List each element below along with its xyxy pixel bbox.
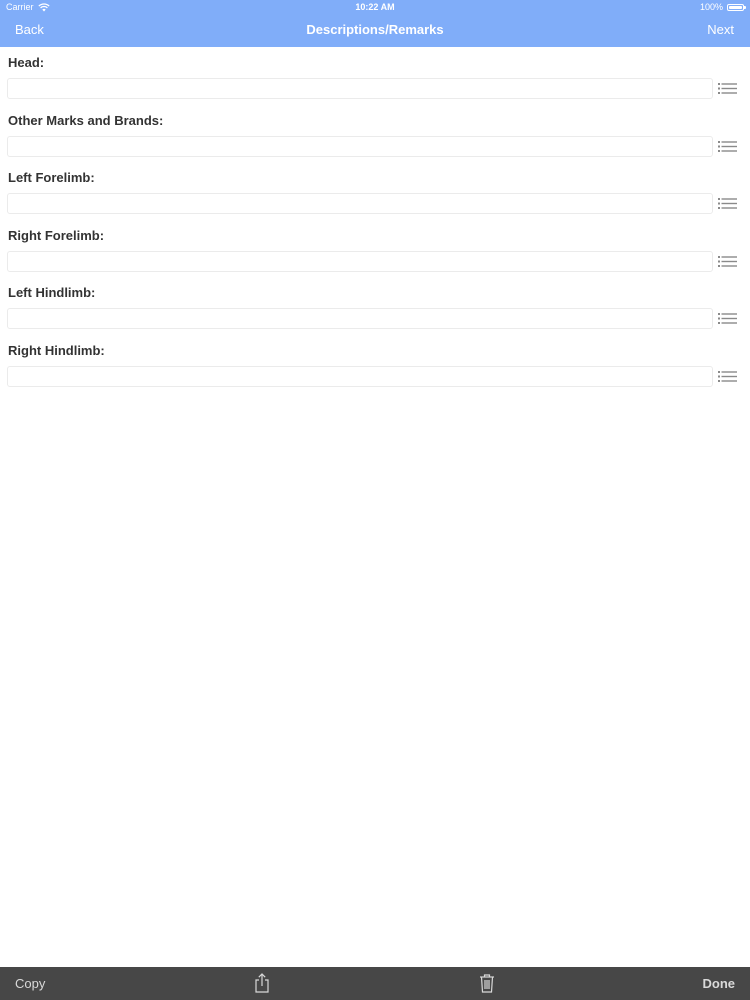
delete-button[interactable] xyxy=(477,973,497,993)
field-head: Head: xyxy=(0,47,750,105)
app-screen: Carrier 10:22 AM 100% Back Descriptions/… xyxy=(0,0,750,1000)
field-label: Left Forelimb: xyxy=(8,170,95,186)
battery-icon xyxy=(727,3,746,11)
done-button[interactable]: Done xyxy=(703,976,736,991)
left-hindlimb-input[interactable] xyxy=(7,308,713,330)
field-other-marks: Other Marks and Brands: xyxy=(0,105,750,163)
nav-bar: Back Descriptions/Remarks Next xyxy=(0,14,750,47)
list-icon xyxy=(717,370,737,382)
other-marks-input[interactable] xyxy=(7,135,713,157)
next-button[interactable]: Next xyxy=(707,22,734,37)
list-picker-button[interactable] xyxy=(716,80,738,97)
list-picker-button[interactable] xyxy=(716,138,738,155)
status-battery: 100% xyxy=(699,0,746,14)
field-label: Head: xyxy=(8,55,45,70)
bottom-toolbar: Copy Done xyxy=(0,967,750,1000)
share-button[interactable] xyxy=(252,973,272,993)
list-icon xyxy=(717,140,737,152)
list-picker-button[interactable] xyxy=(716,368,738,385)
copy-button[interactable]: Copy xyxy=(15,976,45,991)
list-icon xyxy=(717,83,737,94)
head-input[interactable] xyxy=(7,78,713,99)
field-label: Other Marks and Brands: xyxy=(8,112,164,128)
field-label: Right Hindlimb: xyxy=(8,342,105,358)
top-bar: Carrier 10:22 AM 100% Back Descriptions/… xyxy=(0,0,750,47)
list-icon xyxy=(717,313,737,325)
field-right-hindlimb: Right Hindlimb: xyxy=(0,335,750,393)
list-picker-button[interactable] xyxy=(716,310,738,327)
right-forelimb-input[interactable] xyxy=(7,250,713,272)
status-time: 10:22 AM xyxy=(355,2,395,12)
form-content: Head: Other Marks and Brands: Left Forel… xyxy=(0,47,750,393)
right-hindlimb-input[interactable] xyxy=(7,365,713,387)
trash-icon xyxy=(480,974,494,993)
field-right-forelimb: Right Forelimb: xyxy=(0,220,750,278)
field-label: Left Hindlimb: xyxy=(8,285,96,301)
field-left-forelimb: Left Forelimb: xyxy=(0,162,750,220)
share-icon xyxy=(255,973,269,993)
list-picker-button[interactable] xyxy=(716,253,738,270)
status-bar: Carrier 10:22 AM 100% xyxy=(0,0,750,14)
list-picker-button[interactable] xyxy=(716,195,738,212)
page-title: Descriptions/Remarks xyxy=(306,22,444,37)
field-label: Right Forelimb: xyxy=(8,227,105,243)
list-icon xyxy=(717,255,737,267)
battery-percent: 100% xyxy=(699,2,723,12)
field-left-hindlimb: Left Hindlimb: xyxy=(0,277,750,335)
left-forelimb-input[interactable] xyxy=(7,193,713,215)
list-icon xyxy=(717,198,737,210)
